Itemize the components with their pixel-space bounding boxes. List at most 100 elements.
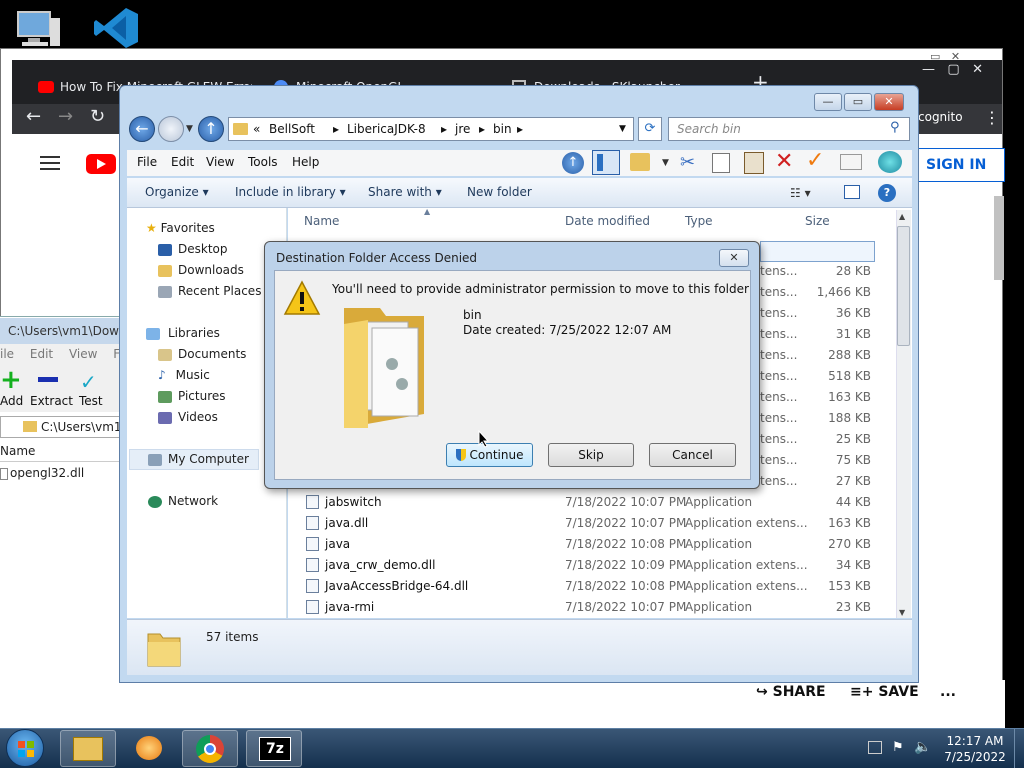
folders-pane-icon[interactable] <box>592 150 620 175</box>
scrollbar-thumb[interactable] <box>897 226 910 346</box>
folder-options-icon[interactable] <box>630 153 650 171</box>
back-arrow-icon[interactable]: ← <box>26 106 41 127</box>
nav-mycomputer[interactable]: My Computer <box>148 452 249 466</box>
dialog-close-button[interactable]: ✕ <box>719 249 749 267</box>
save-button[interactable]: ≡+ SAVE <box>850 684 919 700</box>
7zip-extract-label[interactable]: Extract <box>30 394 73 408</box>
chrome-scrollbar[interactable] <box>994 196 1004 280</box>
nav-libraries[interactable]: Libraries <box>146 326 220 340</box>
scroll-down-arrow-icon[interactable]: ▼ <box>899 608 905 617</box>
breadcrumb-libericajdk[interactable]: LibericaJDK-8 <box>347 122 426 136</box>
apply-check-icon[interactable]: ✓ <box>806 148 824 173</box>
organize-button[interactable]: Organize ▾ <box>145 185 209 199</box>
7zip-column-header[interactable]: Name <box>0 444 124 462</box>
taskbar-7zip[interactable]: 7z <box>246 730 302 767</box>
7zip-test-label[interactable]: Test <box>79 394 103 408</box>
breadcrumb-bellsoft[interactable]: BellSoft <box>269 122 315 136</box>
breadcrumb-jre[interactable]: jre <box>455 122 470 136</box>
tray-flag-icon[interactable]: ⚑ <box>892 740 904 755</box>
column-size[interactable]: Size <box>805 214 830 228</box>
7zip-add-label[interactable]: Add <box>0 394 23 408</box>
7zip-menu-edit[interactable]: Edit <box>30 347 53 361</box>
test-check-icon[interactable]: ✓ <box>80 370 97 394</box>
address-dropdown-icon[interactable]: ▼ <box>619 124 626 134</box>
breadcrumb-overflow[interactable]: « <box>253 122 260 136</box>
scroll-up-arrow-icon[interactable]: ▲ <box>899 212 905 221</box>
7zip-file-row[interactable]: opengl32.dll <box>0 466 84 480</box>
column-date-modified[interactable]: Date modified <box>565 214 650 228</box>
nav-favorites[interactable]: ★ Favorites <box>146 221 215 235</box>
taskbar-explorer[interactable] <box>60 730 116 767</box>
nav-documents[interactable]: Documents <box>158 347 246 361</box>
close-button[interactable]: ✕ <box>874 93 904 111</box>
recent-pages-dropdown[interactable]: ▼ <box>186 124 193 134</box>
add-plus-icon[interactable]: + <box>0 367 22 393</box>
nav-music[interactable]: ♪ Music <box>158 368 210 382</box>
cancel-button[interactable]: Cancel <box>649 443 736 467</box>
taskbar-media-player[interactable] <box>122 730 178 767</box>
column-type[interactable]: Type <box>685 214 713 228</box>
skip-button[interactable]: Skip <box>548 443 634 467</box>
chrome-window-controls[interactable]: — ▢ ✕ <box>922 62 983 77</box>
delete-icon[interactable]: ✕ <box>775 149 793 174</box>
maximize-button[interactable]: ▭ <box>844 93 872 111</box>
7zip-menu-file[interactable]: ile <box>0 347 14 361</box>
menu-view[interactable]: View <box>206 155 234 169</box>
table-row[interactable]: JavaAccessBridge-64.dll 7/18/2022 10:08 P… <box>300 576 900 597</box>
sign-in-button[interactable]: SIGN IN <box>917 148 1005 182</box>
globe-icon[interactable] <box>878 151 902 173</box>
tray-volume-icon[interactable]: 🔈 <box>914 739 931 755</box>
paste-icon[interactable] <box>744 152 764 174</box>
share-with-button[interactable]: Share with ▾ <box>368 185 442 199</box>
hamburger-menu-icon[interactable] <box>40 156 60 170</box>
back-button[interactable]: ← <box>129 116 155 142</box>
nav-videos[interactable]: Videos <box>158 410 218 424</box>
reload-icon[interactable]: ↻ <box>90 106 105 127</box>
minimize-button[interactable]: — <box>814 93 842 111</box>
tray-clock[interactable]: 12:17 AM 7/25/2022 <box>940 733 1010 765</box>
nav-desktop[interactable]: Desktop <box>158 242 228 256</box>
selected-row[interactable] <box>760 241 875 262</box>
tray-network-icon[interactable] <box>868 741 882 754</box>
nav-recent-places[interactable]: Recent Places <box>158 284 261 298</box>
column-name[interactable]: Name <box>304 214 339 228</box>
refresh-button[interactable]: ⟳ <box>638 117 662 141</box>
new-folder-button[interactable]: New folder <box>467 185 532 199</box>
forward-button[interactable] <box>158 116 184 142</box>
table-row[interactable]: java_crw_demo.dll 7/18/2022 10:09 PM Appli… <box>300 555 900 576</box>
table-row[interactable]: java 7/18/2022 10:08 PM Application 270 KB <box>300 534 900 555</box>
menu-edit[interactable]: Edit <box>171 155 194 169</box>
extract-minus-icon[interactable] <box>38 377 58 382</box>
up-folder-icon[interactable]: ↑ <box>562 152 584 174</box>
nav-downloads[interactable]: Downloads <box>158 263 244 277</box>
more-button[interactable]: ... <box>940 684 956 700</box>
view-options-icon[interactable]: ☷ ▾ <box>790 186 811 200</box>
table-row[interactable]: jabswitch 7/18/2022 10:07 PM Application 44… <box>300 492 900 513</box>
address-bar[interactable]: « BellSoft ▸ LibericaJDK-8 ▸ jre ▸ bin ▸… <box>228 117 634 141</box>
menu-tools[interactable]: Tools <box>248 155 278 169</box>
show-desktop-button[interactable] <box>1014 729 1024 768</box>
include-in-library-button[interactable]: Include in library ▾ <box>235 185 346 199</box>
start-orb-icon[interactable] <box>6 729 44 767</box>
taskbar-chrome[interactable] <box>182 730 238 767</box>
cut-icon[interactable]: ✂ <box>680 152 695 173</box>
share-button[interactable]: ↪ SHARE <box>756 684 826 700</box>
chrome-menu-icon[interactable]: ⋮ <box>984 108 1000 127</box>
up-button[interactable]: ↑ <box>198 116 224 142</box>
breadcrumb-bin[interactable]: bin <box>493 122 512 136</box>
7zip-path-field[interactable]: C:\Users\vm1\ <box>0 416 124 438</box>
forward-arrow-icon[interactable]: → <box>58 106 73 127</box>
table-row[interactable]: java.dll 7/18/2022 10:07 PM Application ex… <box>300 513 900 534</box>
7zip-menu-view[interactable]: View <box>69 347 97 361</box>
nav-pictures[interactable]: Pictures <box>158 389 226 403</box>
dropdown-arrow-icon[interactable]: ▼ <box>662 158 669 168</box>
table-row[interactable]: java-rmi 7/18/2022 10:07 PM Application 23 … <box>300 597 900 618</box>
properties-icon[interactable] <box>840 154 862 170</box>
nav-network[interactable]: Network <box>148 494 218 508</box>
help-icon[interactable]: ? <box>878 184 896 202</box>
search-input[interactable]: Search bin <box>668 117 910 141</box>
preview-pane-icon[interactable] <box>844 185 860 199</box>
youtube-logo-icon[interactable] <box>86 154 116 174</box>
copy-icon[interactable] <box>712 153 730 173</box>
menu-help[interactable]: Help <box>292 155 319 169</box>
